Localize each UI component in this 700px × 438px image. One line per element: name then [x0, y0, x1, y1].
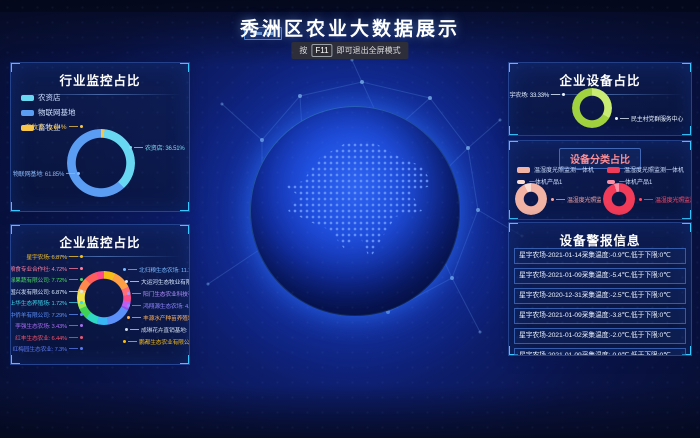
alarm-row: 星宇农场-2021-01-09采集温度:-3.8℃,低于下限:0℃ — [514, 308, 686, 324]
legend-item[interactable]: 温湿度光照监测一体机 — [517, 165, 594, 174]
alarm-list: 星宇农场-2021-01-14采集温度:-0.9℃,低于下限:0℃ 星宇农场-2… — [514, 248, 686, 356]
pie-callout: 鹏都生态农业有限公司: 6.87% — [123, 337, 190, 346]
alarm-row: 星宇农场-2021-01-09采集温度:-0.9℃,低于下限:0℃ — [514, 348, 686, 356]
legend-swatch — [517, 167, 530, 173]
page-title: 秀洲区农业大数据展示 — [240, 14, 460, 41]
legend-label: 物联网基地 — [38, 107, 76, 118]
legend-label: 温湿度光照监测一体机 — [624, 165, 684, 174]
pie-callout: 温湿度光照监测一— — [639, 195, 691, 204]
legend-item[interactable]: 温湿度光照监测一体机 — [607, 165, 684, 174]
pie-callout: 民主村党群服务中心 — [615, 114, 683, 123]
panel-title-industry: 行业监控占比 — [11, 63, 189, 89]
globe-visualization — [250, 106, 460, 316]
tooltip-suffix: 即可退出全屏模式 — [337, 45, 401, 56]
pie-callout: 鸿翔源生态农场: 4.29 — [127, 301, 190, 310]
pie-callout: 农资店: 36.51% — [129, 143, 184, 152]
enterprise-donut-chart[interactable] — [77, 271, 131, 325]
legend-label: 农资店 — [38, 92, 61, 103]
pie-callout: 李强生态农场: 3.43% — [15, 321, 83, 330]
panel-industry-monitor-ratio: 行业监控占比 农资店 物联网基地 畜牧业 畜牧业: 1.64% 农资店: 36.… — [10, 62, 190, 212]
alarm-row: 星宇农场-2020-12-31采集温度:-2.5℃,低于下限:0℃ — [514, 288, 686, 304]
alarm-row: 星宇农场-2021-01-14采集温度:-0.9℃,低于下限:0℃ — [514, 248, 686, 264]
pie-callout: 星宇农场: 6.87% — [26, 252, 83, 261]
panel-enterprise-monitor-ratio: 企业监控占比 星宇农场: 6.87% 红阳粮食专业合作社: 4.72% 家绿果蔬… — [10, 224, 190, 365]
dashboard: 秀洲区农业大数据展示 按 F11 即可退出全屏模式 行业监控占比 农资店 物联网… — [0, 0, 700, 438]
legend-swatch — [607, 167, 620, 173]
pie-callout: 大运河生态牧业有限责任公 — [125, 277, 190, 286]
pie-callout: 家绿果蔬有限公司: 7.72% — [10, 275, 83, 284]
panel-device-alarm-info: 设备警报信息 星宇农场-2021-01-14采集温度:-0.9℃,低于下限:0℃… — [508, 222, 692, 356]
legend-swatch — [21, 110, 34, 116]
pie-callout: 温湿度光照监测一— — [551, 195, 601, 204]
header-top-strip — [0, 0, 700, 12]
pie-callout: 红丰生态农业: 6.44% — [15, 333, 83, 342]
panel-title-enterprise: 企业监控占比 — [11, 225, 189, 251]
device-donut-chart-right[interactable] — [603, 183, 635, 215]
industry-donut-chart[interactable] — [67, 129, 135, 197]
legend-item[interactable]: 农资店 — [21, 92, 76, 103]
panel-equipment-ratio: 企业设备占比 星宇农场: 33.33% 民主村党群服务中心 — [508, 62, 692, 136]
legend-item[interactable]: 物联网基地 — [21, 107, 76, 118]
legend-label: 温湿度光照监测一体机 — [534, 165, 594, 174]
fullscreen-exit-tooltip: 按 F11 即可退出全屏模式 — [291, 42, 408, 59]
pie-callout: 丰源水产种苗养殖场: 1. — [127, 313, 190, 322]
pie-callout: 上华生态养殖场: 1.72% — [10, 298, 83, 307]
alarm-row: 星宇农场-2021-01-09采集温度:-5.4℃,低于下限:0℃ — [514, 268, 686, 284]
device-donut-chart-left[interactable] — [515, 183, 547, 215]
f11-keycap: F11 — [311, 44, 332, 57]
panel-title-equipment: 企业设备占比 — [509, 63, 691, 89]
pie-callout: 畜牧业: 1.64% — [25, 121, 83, 131]
pie-callout: 阳门生态农业科技有限公 — [127, 289, 190, 298]
alarm-row: 星宇农场-2021-01-02采集温度:-2.0℃,低于下限:0℃ — [514, 328, 686, 344]
legend-swatch — [517, 180, 525, 184]
globe-continent-dots — [262, 118, 448, 304]
pie-callout: 国兴发有限公司: 6.87% — [10, 287, 83, 296]
pie-callout: 成琳花卉直销基地: 15.02% — [125, 325, 190, 334]
pie-callout: 物联网基地: 61.85% — [13, 169, 80, 178]
pie-callout: 红阳粮食专业合作社: 4.72% — [10, 264, 83, 273]
tooltip-prefix: 按 — [299, 45, 307, 56]
pie-callout: 星宇农场: 33.33% — [508, 90, 565, 99]
equipment-donut-chart[interactable] — [572, 88, 612, 128]
legend-swatch — [21, 95, 34, 101]
panel-device-category-ratio: 设备分类占比 温湿度光照监测一体机 一体机产品1 温湿度光照监测一体机 一体机产… — [508, 140, 692, 220]
pie-callout: 红梅园生态农业: 7.3% — [13, 344, 83, 353]
panel-title-alarm: 设备警报信息 — [509, 223, 691, 249]
pie-callout: 北归粮生态农场: 11.16% — [123, 265, 190, 274]
pie-callout: 中侨羊有限公司: 7.29% — [10, 310, 83, 319]
